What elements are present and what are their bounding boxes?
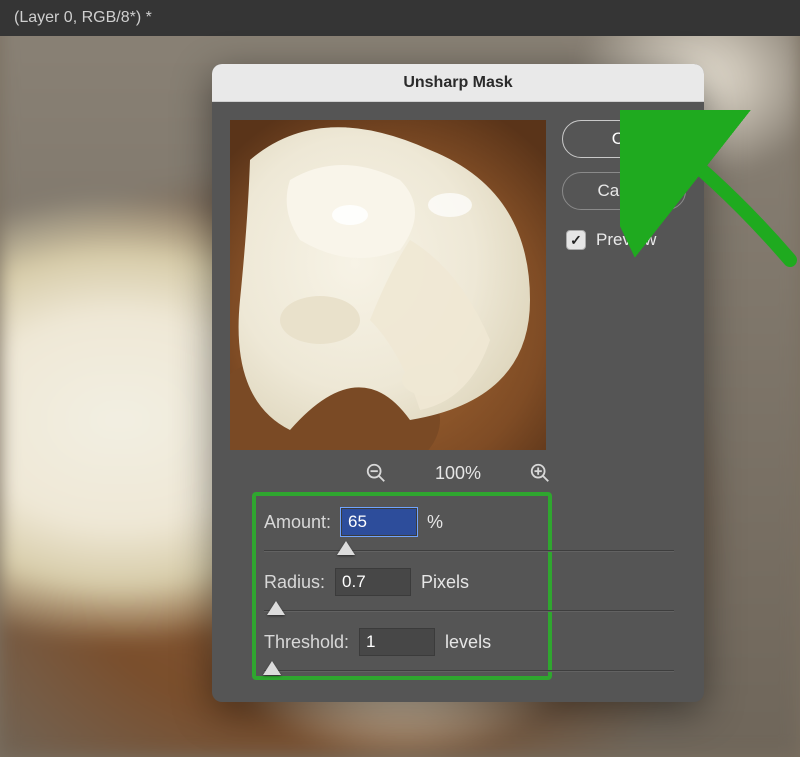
radius-input[interactable] <box>335 568 411 596</box>
filter-preview[interactable] <box>230 120 546 450</box>
document-tab-bar: (Layer 0, RGB/8*) * <box>0 0 800 36</box>
amount-slider[interactable] <box>264 550 674 552</box>
app-viewport: (Layer 0, RGB/8*) * Unsharp Mask <box>0 0 800 757</box>
amount-label: Amount: <box>264 512 331 533</box>
ok-button[interactable]: OK <box>562 120 686 158</box>
zoom-out-icon <box>365 462 387 484</box>
threshold-slider[interactable] <box>264 670 674 672</box>
zoom-in-button[interactable] <box>529 462 551 484</box>
threshold-unit: levels <box>445 632 491 653</box>
dialog-titlebar[interactable]: Unsharp Mask <box>212 64 704 102</box>
zoom-percent[interactable]: 100% <box>435 463 481 484</box>
radius-label: Radius: <box>264 572 325 593</box>
unsharp-mask-dialog: Unsharp Mask <box>212 64 704 702</box>
amount-unit: % <box>427 512 443 533</box>
threshold-label: Threshold: <box>264 632 349 653</box>
radius-slider-thumb[interactable] <box>267 601 285 615</box>
zoom-in-icon <box>529 462 551 484</box>
radius-unit: Pixels <box>421 572 469 593</box>
dialog-title: Unsharp Mask <box>403 74 512 92</box>
zoom-out-button[interactable] <box>365 462 387 484</box>
amount-input[interactable] <box>341 508 417 536</box>
preview-checkbox-label: Preview <box>596 230 656 250</box>
ok-button-label: OK <box>612 129 637 149</box>
cancel-button-label: Cancel <box>598 181 651 201</box>
radius-slider[interactable] <box>264 610 674 612</box>
document-title: (Layer 0, RGB/8*) * <box>14 9 152 27</box>
threshold-slider-thumb[interactable] <box>263 661 281 675</box>
threshold-input[interactable] <box>359 628 435 656</box>
amount-slider-thumb[interactable] <box>337 541 355 555</box>
preview-checkbox[interactable]: ✓ <box>566 230 586 250</box>
cancel-button[interactable]: Cancel <box>562 172 686 210</box>
